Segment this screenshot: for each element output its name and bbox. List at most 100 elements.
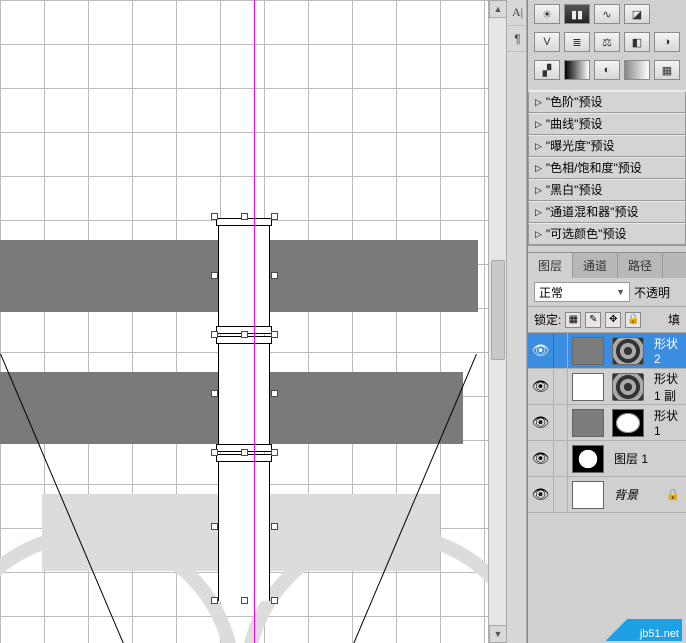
disclosure-triangle-icon: ▷ xyxy=(535,113,542,135)
selected-shape-segment-3[interactable] xyxy=(218,456,270,601)
paragraph-panel-button[interactable]: ¶ xyxy=(507,26,528,52)
posterize-icon[interactable] xyxy=(564,60,590,80)
layer-visibility-toggle[interactable]: 👁 xyxy=(528,369,554,404)
layer-link-column xyxy=(554,405,568,440)
watermark: jb51.net xyxy=(602,619,682,641)
layer-row[interactable]: 👁 形状 1 xyxy=(528,405,686,441)
preset-item[interactable]: ▷"可选颜色"预设 xyxy=(528,223,686,245)
scroll-up-button[interactable]: ▲ xyxy=(489,0,507,18)
character-panel-button[interactable]: A| xyxy=(507,0,528,26)
preset-item[interactable]: ▷"黑白"预设 xyxy=(528,179,686,201)
guide-vertical[interactable] xyxy=(254,0,255,643)
gradient-map-icon[interactable] xyxy=(624,60,650,80)
canvas-vertical-scrollbar[interactable]: ▲ ▼ xyxy=(488,0,506,643)
layer-name[interactable]: 图层 1 xyxy=(608,450,686,467)
preset-item[interactable]: ▷"色相/饱和度"预设 xyxy=(528,157,686,179)
lock-icon: 🔒 xyxy=(666,488,686,501)
invert-icon[interactable]: ▞ xyxy=(534,60,560,80)
preset-item[interactable]: ▷"色阶"预设 xyxy=(528,91,686,113)
layer-thumbnail[interactable] xyxy=(572,409,604,437)
layer-row[interactable]: 👁 形状 1 副 xyxy=(528,369,686,405)
layer-name[interactable]: 背景 xyxy=(608,486,666,503)
transform-handle[interactable] xyxy=(211,331,218,338)
transform-handle[interactable] xyxy=(241,213,248,220)
transform-handle[interactable] xyxy=(211,523,218,530)
adjustments-row-2: V ≣ ⚖ ◧ ◑ xyxy=(528,28,686,56)
lock-position-icon[interactable]: ✥ xyxy=(605,312,621,328)
layer-thumbnail[interactable] xyxy=(572,481,604,509)
panel-tab-图层[interactable]: 图层 xyxy=(528,253,573,278)
panel-tabs: 图层通道路径 xyxy=(528,252,686,278)
disclosure-triangle-icon: ▷ xyxy=(535,135,542,157)
transform-handle[interactable] xyxy=(271,597,278,604)
blend-mode-select[interactable]: 正常 ▼ xyxy=(534,282,630,302)
layer-mask-thumbnail[interactable] xyxy=(612,337,644,365)
transform-handle[interactable] xyxy=(271,523,278,530)
transform-handle[interactable] xyxy=(211,390,218,397)
disclosure-triangle-icon: ▷ xyxy=(535,201,542,223)
transform-handle[interactable] xyxy=(271,331,278,338)
lock-image-icon[interactable]: ✎ xyxy=(585,312,601,328)
layer-row[interactable]: 👁 形状 2 xyxy=(528,333,686,369)
layer-visibility-toggle[interactable]: 👁 xyxy=(528,333,554,368)
selected-shape-segment-1[interactable] xyxy=(218,222,270,332)
transform-handle[interactable] xyxy=(271,272,278,279)
layer-visibility-toggle[interactable]: 👁 xyxy=(528,405,554,440)
color-balance-icon[interactable]: ⚖ xyxy=(594,32,620,52)
panel-tab-路径[interactable]: 路径 xyxy=(618,253,663,278)
preset-item[interactable]: ▷"通道混和器"预设 xyxy=(528,201,686,223)
selective-color-icon[interactable]: ▦ xyxy=(654,60,680,80)
canvas[interactable] xyxy=(0,0,488,643)
layer-name[interactable]: 形状 2 xyxy=(648,335,686,366)
layer-mask-thumbnail[interactable] xyxy=(612,373,644,401)
opacity-label: 不透明 xyxy=(634,284,670,301)
transform-handle[interactable] xyxy=(271,449,278,456)
transform-handle[interactable] xyxy=(271,390,278,397)
preset-label: "色相/饱和度"预设 xyxy=(546,157,642,179)
disclosure-triangle-icon: ▷ xyxy=(535,91,542,113)
layer-row[interactable]: 👁 背景🔒 xyxy=(528,477,686,513)
layer-mask-thumbnail[interactable] xyxy=(612,409,644,437)
vibrance-icon[interactable]: V xyxy=(534,32,560,52)
layer-blend-row: 正常 ▼ 不透明 xyxy=(528,278,686,307)
transform-handle[interactable] xyxy=(241,449,248,456)
layer-link-column xyxy=(554,369,568,404)
layer-thumbnail[interactable] xyxy=(572,445,604,473)
brightness-icon[interactable]: ☀ xyxy=(534,4,560,24)
blend-mode-value: 正常 xyxy=(539,284,563,301)
scroll-down-button[interactable]: ▼ xyxy=(489,625,507,643)
layer-thumbnail[interactable] xyxy=(572,337,604,365)
layer-thumbnail[interactable] xyxy=(572,373,604,401)
preset-item[interactable]: ▷"曝光度"预设 xyxy=(528,135,686,157)
bw-icon[interactable]: ◧ xyxy=(624,32,650,52)
layer-visibility-toggle[interactable]: 👁 xyxy=(528,477,554,512)
curves-icon[interactable]: ∿ xyxy=(594,4,620,24)
threshold-icon[interactable]: ◐ xyxy=(594,60,620,80)
transform-handle[interactable] xyxy=(211,597,218,604)
lock-transparent-icon[interactable]: ▦ xyxy=(565,312,581,328)
photo-filter-icon[interactable]: ◑ xyxy=(654,32,680,52)
adjustment-presets-panel: ▷"色阶"预设▷"曲线"预设▷"曝光度"预设▷"色相/饱和度"预设▷"黑白"预设… xyxy=(528,90,686,246)
layer-link-column xyxy=(554,477,568,512)
transform-handle[interactable] xyxy=(211,272,218,279)
layer-row[interactable]: 👁 图层 1 xyxy=(528,441,686,477)
transform-handle[interactable] xyxy=(211,213,218,220)
transform-handle[interactable] xyxy=(241,331,248,338)
lock-all-icon[interactable]: 🔒 xyxy=(625,312,641,328)
exposure-icon[interactable]: ◪ xyxy=(624,4,650,24)
layer-visibility-toggle[interactable]: 👁 xyxy=(528,441,554,476)
transform-handle[interactable] xyxy=(271,213,278,220)
transform-handle[interactable] xyxy=(241,597,248,604)
disclosure-triangle-icon: ▷ xyxy=(535,157,542,179)
fill-label: 填 xyxy=(668,311,680,328)
right-panel-area: ☀ ▮▮ ∿ ◪ V ≣ ⚖ ◧ ◑ ▞ ◐ ▦ ▷"色阶"预设▷"曲线"预设▷… xyxy=(527,0,686,643)
selected-shape-segment-2[interactable] xyxy=(218,338,270,450)
preset-item[interactable]: ▷"曲线"预设 xyxy=(528,113,686,135)
hue-sat-icon[interactable]: ≣ xyxy=(564,32,590,52)
scroll-thumb[interactable] xyxy=(491,260,505,360)
transform-handle[interactable] xyxy=(211,449,218,456)
layer-name[interactable]: 形状 1 副 xyxy=(648,370,686,404)
panel-tab-通道[interactable]: 通道 xyxy=(573,253,618,278)
levels-icon[interactable]: ▮▮ xyxy=(564,4,590,24)
layer-name[interactable]: 形状 1 xyxy=(648,407,686,438)
